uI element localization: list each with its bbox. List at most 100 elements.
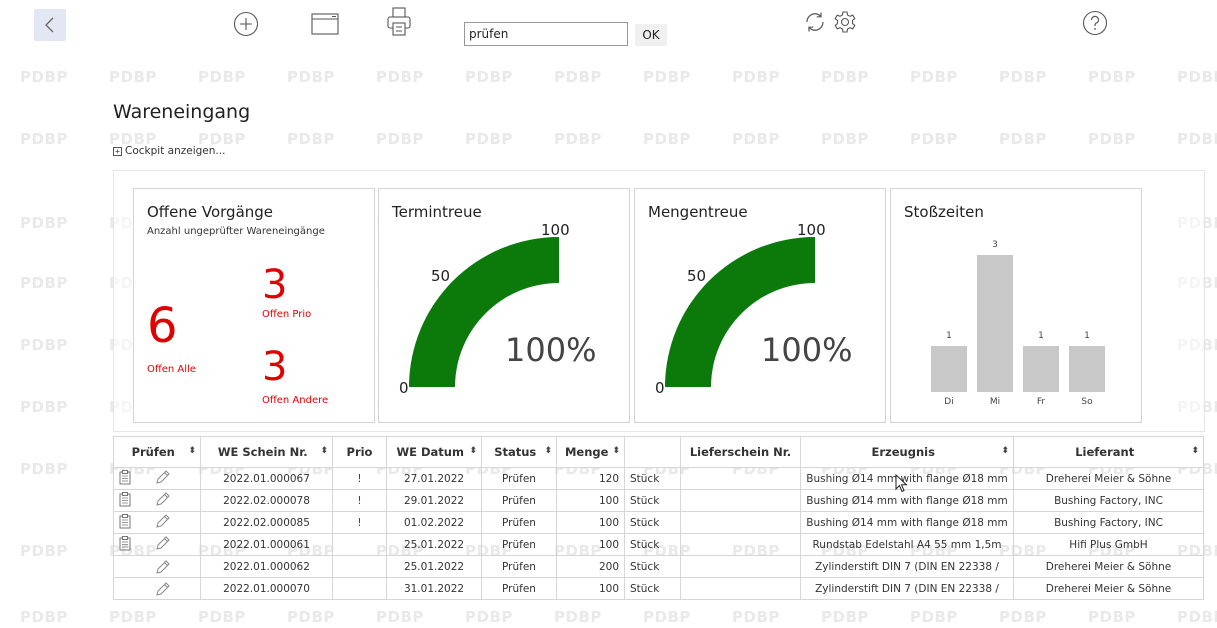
sort-icon[interactable]: ⬍ bbox=[1001, 446, 1009, 456]
window-button[interactable] bbox=[310, 10, 340, 38]
watermark-logo: PDBP bbox=[1088, 130, 1136, 148]
header-label: Status bbox=[494, 445, 537, 459]
watermark-logo: PDBP bbox=[1177, 608, 1217, 626]
gauge-tick-100: 100 bbox=[541, 221, 570, 239]
watermark-logo: PDBP bbox=[732, 130, 780, 148]
cell-we-schein: 2022.01.000062 bbox=[200, 555, 333, 578]
watermark-text: PDBP bbox=[287, 608, 335, 626]
clipboard-icon[interactable] bbox=[119, 491, 131, 507]
watermark-logo: PDBP bbox=[910, 68, 958, 86]
watermark-text: PDBP bbox=[999, 68, 1047, 86]
search-input[interactable] bbox=[464, 22, 628, 46]
bar-value-label: 3 bbox=[992, 240, 998, 250]
watermark-text: PDBP bbox=[465, 130, 513, 148]
header-lieferschein[interactable]: Lieferschein Nr. bbox=[680, 436, 801, 468]
cell-prio: ! bbox=[332, 511, 387, 534]
watermark-text: PDBP bbox=[109, 68, 157, 86]
settings-button[interactable] bbox=[832, 9, 858, 35]
header-we-schein[interactable]: WE Schein Nr. ⬍ bbox=[200, 436, 333, 468]
bar-value-label: 1 bbox=[1084, 331, 1090, 342]
cockpit-toggle[interactable]: + Cockpit anzeigen... bbox=[113, 145, 225, 157]
header-lieferant[interactable]: Lieferant ⬍ bbox=[1013, 436, 1204, 468]
watermark-logo: PDBP bbox=[465, 68, 513, 86]
watermark-logo: PDBP bbox=[198, 68, 246, 86]
header-label: Prio bbox=[346, 445, 373, 459]
header-prio[interactable]: Prio bbox=[332, 436, 387, 468]
table-row[interactable]: 2022.01.000070 31.01.2022 Prüfen 100 Stück Zy… bbox=[113, 577, 1204, 600]
refresh-button[interactable] bbox=[802, 9, 828, 35]
cell-pruefen bbox=[113, 489, 201, 512]
offen-prio-value: 3 bbox=[262, 262, 288, 308]
sort-icon[interactable]: ⬍ bbox=[1191, 446, 1199, 456]
pencil-icon[interactable] bbox=[155, 513, 171, 529]
watermark-text: PDBP bbox=[643, 130, 691, 148]
mouse-cursor-icon bbox=[895, 474, 908, 493]
table-row[interactable]: 2022.02.000085! 01.02.2022 Prüfen 100 Stück B… bbox=[113, 511, 1204, 534]
header-label: Menge bbox=[564, 445, 609, 459]
watermark-text: PDBP bbox=[20, 130, 68, 148]
watermark-text: PDBP bbox=[821, 130, 869, 148]
cell-we-datum: 25.01.2022 bbox=[386, 555, 482, 578]
table-row[interactable]: 2022.01.000062 25.01.2022 Prüfen 200 Stück Zy… bbox=[113, 555, 1204, 578]
cell-we-datum: 29.01.2022 bbox=[386, 489, 482, 512]
back-button[interactable] bbox=[34, 9, 66, 41]
offen-alle-value: 6 bbox=[147, 298, 178, 354]
cell-einheit: Stück bbox=[624, 555, 681, 578]
cell-lieferant: Hifi Plus GmbH bbox=[1013, 533, 1204, 556]
card-subtitle: Anzahl ungeprüfter Wareneingänge bbox=[147, 226, 325, 237]
ok-button[interactable]: OK bbox=[635, 24, 667, 46]
watermark-text: PDBP bbox=[999, 130, 1047, 148]
sort-icon[interactable]: ⬍ bbox=[320, 446, 328, 456]
sort-icon[interactable]: ⬍ bbox=[544, 446, 552, 456]
cell-prio bbox=[332, 555, 387, 578]
pencil-icon[interactable] bbox=[155, 535, 171, 551]
cell-erzeugnis: Rundstab Edelstahl A4 55 mm 1,5m bbox=[800, 533, 1014, 556]
header-we-datum[interactable]: WE Datum ⬍ bbox=[386, 436, 482, 468]
watermark-logo: PDBP bbox=[554, 608, 602, 626]
watermark-text: PDBP bbox=[910, 130, 958, 148]
cell-menge: 100 bbox=[556, 533, 625, 556]
header-erzeugnis[interactable]: Erzeugnis ⬍ bbox=[800, 436, 1014, 468]
sort-icon[interactable]: ⬍ bbox=[188, 446, 196, 456]
watermark-text: PDBP bbox=[910, 608, 958, 626]
watermark-logo: PDBP bbox=[1088, 608, 1136, 626]
watermark-text: PDBP bbox=[910, 68, 958, 86]
watermark-text: PDBP bbox=[821, 68, 869, 86]
table-row[interactable]: 2022.02.000078! 29.01.2022 Prüfen 100 Stück B… bbox=[113, 489, 1204, 512]
cockpit-toggle-label: Cockpit anzeigen... bbox=[125, 145, 226, 157]
pencil-icon[interactable] bbox=[155, 469, 171, 485]
help-button[interactable] bbox=[1081, 9, 1109, 37]
print-button[interactable] bbox=[386, 6, 412, 38]
header-pruefen[interactable]: Prüfen ⬍ bbox=[113, 436, 201, 468]
watermark-logo: PDBP bbox=[821, 68, 869, 86]
sort-icon[interactable]: ⬍ bbox=[469, 446, 477, 456]
watermark-logo: PDBP bbox=[1088, 68, 1136, 86]
pencil-icon[interactable] bbox=[155, 491, 171, 507]
clipboard-icon[interactable] bbox=[119, 513, 131, 529]
cell-prio bbox=[332, 577, 387, 600]
watermark-logo: PDBP bbox=[287, 68, 335, 86]
sort-icon[interactable]: ⬍ bbox=[612, 446, 620, 456]
pencil-icon[interactable] bbox=[155, 581, 171, 597]
header-einheit bbox=[624, 436, 681, 468]
cell-lieferant: Bushing Factory, INC bbox=[1013, 489, 1204, 512]
cell-status: Prüfen bbox=[481, 467, 557, 490]
pencil-icon[interactable] bbox=[155, 559, 171, 575]
watermark-logo: PDBP bbox=[643, 68, 691, 86]
bar bbox=[977, 255, 1013, 392]
table-row[interactable]: 2022.01.000061 25.01.2022 Prüfen 100 Stück Ru… bbox=[113, 533, 1204, 556]
cell-einheit: Stück bbox=[624, 511, 681, 534]
header-status[interactable]: Status ⬍ bbox=[481, 436, 557, 468]
watermark-logo: PDBP bbox=[287, 608, 335, 626]
table-row[interactable]: 2022.01.000067! 27.01.2022 Prüfen 120 Stück B… bbox=[113, 467, 1204, 490]
clipboard-icon[interactable] bbox=[119, 535, 131, 551]
cell-erzeugnis: Zylinderstift DIN 7 (DIN EN 22338 / bbox=[800, 555, 1014, 578]
watermark-logo: PDBP bbox=[376, 608, 424, 626]
watermark-text: PDBP bbox=[20, 68, 68, 86]
bar-value-label: 1 bbox=[946, 331, 952, 342]
plus-circle-icon bbox=[233, 11, 259, 37]
clipboard-icon[interactable] bbox=[119, 469, 131, 485]
header-menge[interactable]: Menge ⬍ bbox=[556, 436, 625, 468]
add-button[interactable] bbox=[232, 10, 260, 38]
watermark-text: PDBP bbox=[554, 68, 602, 86]
